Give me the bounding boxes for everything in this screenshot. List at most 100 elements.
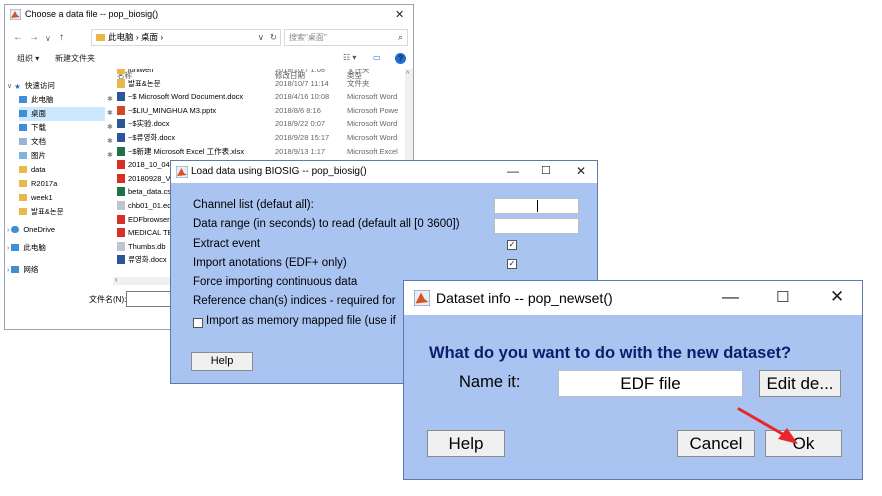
sidebar-item-documents[interactable]: 文档 ✱ [19, 135, 113, 149]
word-file-icon [117, 119, 125, 129]
file-name: luniwen [128, 69, 154, 74]
help-icon[interactable]: ? [395, 53, 406, 64]
new-folder-button[interactable]: 新建文件夹 [55, 53, 95, 64]
file-type: 文件夹 [347, 69, 370, 74]
filename-input[interactable] [126, 291, 176, 307]
folder-icon [117, 69, 125, 74]
file-row[interactable]: 발표&논문 2018/10/7 11:14 文件夹 [113, 77, 413, 90]
file-type: 文件夹 [347, 78, 370, 88]
file-name: ~$LIU_MINGHUA M3.pptx [128, 105, 217, 115]
back-arrow-icon[interactable]: ← [13, 32, 23, 43]
file-type: Microsoft Word [347, 119, 398, 129]
filename-label: 文件名(N): [89, 295, 127, 304]
extract-event-checkbox[interactable]: ✓ [507, 240, 517, 250]
file-name: 2018_10_04 [128, 160, 170, 170]
desktop-folder-icon [19, 110, 27, 117]
close-icon[interactable]: ✕ [576, 164, 586, 178]
pictures-folder-icon [19, 152, 27, 159]
maximize-icon[interactable]: ☐ [541, 164, 551, 177]
channel-list-input[interactable] [494, 198, 579, 214]
biosig-titlebar[interactable]: Load data using BIOSIG -- pop_biosig() —… [171, 161, 597, 183]
command-bar: 组织 ▾ 新建文件夹 ☷ ▾ ▭ ? [5, 50, 413, 68]
file-name: 20180928_V [128, 173, 171, 183]
file-icon [117, 201, 125, 210]
data-range-input[interactable] [494, 218, 579, 234]
sidebar-item-pictures[interactable]: 图片 ✱ [19, 149, 113, 163]
word-file-icon [117, 92, 125, 102]
pdf-file-icon [117, 173, 125, 183]
organize-button[interactable]: 组织 ▾ [17, 53, 39, 64]
folder-icon [19, 208, 27, 215]
help-button[interactable]: Help [427, 430, 505, 457]
dataset-name-input[interactable]: EDF file [558, 370, 743, 397]
dataset-titlebar[interactable]: Dataset info -- pop_newset() — ☐ ✕ [404, 281, 862, 315]
file-row[interactable]: luniwen 2018/10/7 1:08 文件夹 [113, 69, 413, 76]
sidebar-item-network[interactable]: › 网络 [7, 263, 38, 277]
star-icon: ★ [14, 82, 21, 91]
pdf-file-icon [117, 228, 125, 238]
pdf-file-icon [117, 160, 125, 170]
sidebar-item-week1[interactable]: week1 [19, 191, 53, 205]
edit-description-button[interactable]: Edit de... [759, 370, 841, 397]
file-row[interactable]: ~$ Microsoft Word Document.docx 2018/4/16… [113, 90, 413, 103]
pdf-file-icon [117, 214, 125, 224]
documents-folder-icon [19, 138, 27, 145]
sidebar-item-this-pc-root[interactable]: › 此电脑 [7, 241, 46, 255]
maximize-icon[interactable]: ☐ [776, 288, 789, 306]
navigation-pane: ∨ ★ 快速访问 此电脑 ✱ 桌面 ✱ 下载 ✱ 文档 ✱ 图片 ✱ data R2017a … [5, 69, 113, 299]
file-name: ~$ Microsoft Word Document.docx [128, 92, 244, 102]
recent-dropdown-icon[interactable]: ∨ [45, 34, 51, 43]
folder-icon [19, 180, 27, 187]
sidebar-item-papers[interactable]: 발표&논문 [19, 205, 64, 219]
file-type: Microsoft Powe [347, 105, 399, 115]
dataset-question: What do you want to do with the new data… [429, 344, 792, 362]
address-bar[interactable]: 此电脑 › 桌面 › ∨ ↻ [91, 29, 281, 46]
text-cursor [537, 200, 538, 212]
file-name: ~$新建 Microsoft Excel 工作表.xlsx [128, 146, 245, 156]
file-row[interactable]: ~$新建 Microsoft Excel 工作表.xlsx 2018/9/13 1… [113, 145, 413, 158]
preview-pane-icon[interactable]: ▭ [373, 53, 381, 62]
import-annotations-checkbox[interactable]: ✓ [507, 259, 517, 269]
sidebar-item-r2017a[interactable]: R2017a [19, 177, 57, 191]
pin-icon: ✱ [107, 124, 113, 131]
file-row[interactable]: ~$实验.docx 2018/9/22 0:07 Microsoft Word [113, 117, 413, 130]
file-date: 2018/9/28 15:17 [275, 133, 330, 142]
minimize-icon[interactable]: — [722, 287, 739, 307]
sidebar-item-data[interactable]: data [19, 163, 46, 177]
network-icon [11, 266, 20, 273]
sidebar-item-onedrive[interactable]: › OneDrive [7, 223, 55, 237]
view-options-button[interactable]: ☷ ▾ [343, 53, 356, 62]
up-arrow-icon[interactable]: ↑ [59, 32, 64, 43]
search-input[interactable]: 搜索"桌面" ⌕ [284, 29, 408, 46]
file-row[interactable]: ~$LIU_MINGHUA M3.pptx 2018/8/6 8:16 Micros… [113, 104, 413, 117]
file-row[interactable]: ~$류영화.docx 2018/9/28 15:17 Microsoft Word [113, 131, 413, 144]
sidebar-item-this-pc[interactable]: 此电脑 ✱ [19, 93, 113, 107]
word-file-icon [117, 255, 125, 265]
minimize-icon[interactable]: — [507, 164, 519, 178]
sidebar-item-quick-access[interactable]: ∨ ★ 快速访问 [7, 79, 55, 93]
dataset-info-dialog: Dataset info -- pop_newset() — ☐ ✕ What … [403, 280, 863, 480]
force-continuous-label: Force importing continuous data [193, 276, 358, 288]
file-name: EDFbrowser [128, 214, 170, 224]
computer-icon [19, 96, 27, 103]
sidebar-item-desktop[interactable]: 桌面 ✱ [19, 107, 113, 121]
sidebar-item-downloads[interactable]: 下载 ✱ [19, 121, 113, 135]
memory-mapped-checkbox[interactable] [193, 318, 203, 328]
close-icon[interactable]: ✕ [830, 287, 844, 307]
address-path: 此电脑 › 桌面 › [108, 32, 164, 42]
file-name: 류영화.docx [128, 255, 167, 265]
file-name: ~$류영화.docx [128, 133, 176, 142]
pin-icon: ✱ [107, 96, 113, 103]
file-dialog-titlebar[interactable]: Choose a data file -- pop_biosig() ✕ [5, 5, 413, 25]
dataset-title: Dataset info -- pop_newset() [436, 290, 613, 306]
file-name: beta_data.cs [128, 187, 171, 197]
pin-icon: ✱ [107, 138, 113, 145]
search-icon: ⌕ [397, 32, 403, 42]
close-icon[interactable]: ✕ [395, 8, 404, 21]
forward-arrow-icon[interactable]: → [29, 32, 39, 43]
address-dropdown-icon[interactable]: ∨ [258, 30, 264, 45]
refresh-icon[interactable]: ↻ [270, 30, 277, 45]
excel-file-icon [117, 146, 125, 156]
help-button[interactable]: Help [191, 352, 253, 371]
extract-event-label: Extract event [193, 238, 261, 250]
